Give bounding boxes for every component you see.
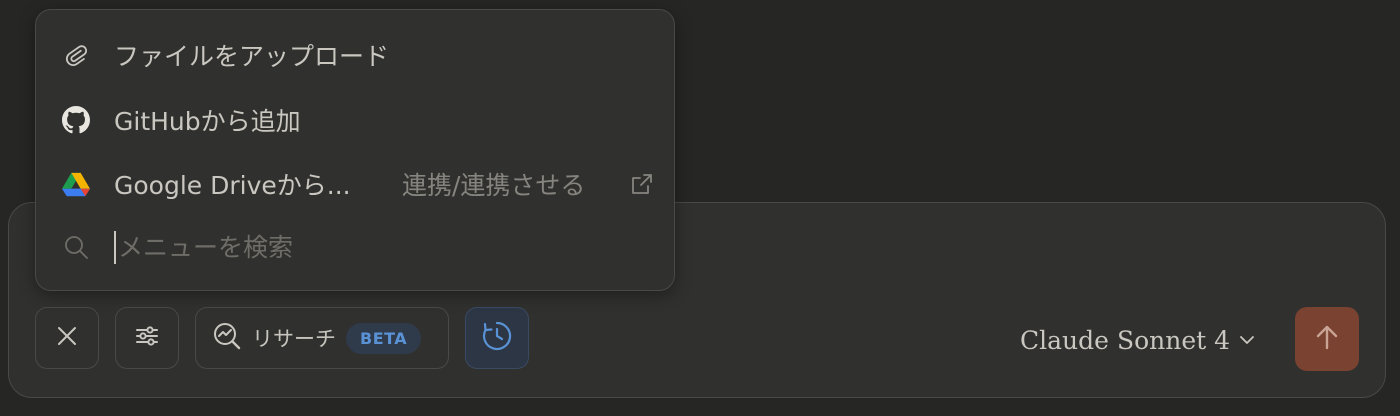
chevron-down-icon <box>1238 331 1256 349</box>
attach-menu: ファイルをアップロード GitHubから追加 Google Driveから...… <box>35 9 675 291</box>
close-button[interactable] <box>35 307 99 369</box>
clock-icon <box>481 320 513 356</box>
research-icon <box>212 321 242 355</box>
github-label: GitHubから追加 <box>114 107 301 136</box>
search-icon <box>62 233 90 261</box>
menu-item-google-drive[interactable]: Google Driveから... 連携/連携させる <box>50 155 662 213</box>
menu-item-github[interactable]: GitHubから追加 <box>50 91 662 149</box>
menu-search <box>50 218 662 276</box>
google-drive-icon <box>62 170 90 198</box>
sliders-icon <box>134 323 160 353</box>
model-brand: Claude <box>1020 325 1109 355</box>
research-label: リサーチ <box>252 327 336 351</box>
close-icon <box>56 325 78 351</box>
model-selector[interactable]: Claude Sonnet 4 <box>1020 320 1256 360</box>
beta-badge: BETA <box>346 322 422 354</box>
google-drive-connect[interactable]: 連携/連携させる <box>402 166 585 202</box>
arrow-up-icon <box>1313 323 1341 355</box>
paperclip-icon <box>62 41 90 69</box>
research-button[interactable]: リサーチ BETA <box>195 307 449 369</box>
menu-search-input[interactable] <box>114 230 618 264</box>
menu-item-upload[interactable]: ファイルをアップロード <box>50 26 662 84</box>
google-drive-label: Google Driveから... <box>114 171 351 200</box>
model-name: Sonnet 4 <box>1116 325 1231 355</box>
upload-label: ファイルをアップロード <box>114 42 390 71</box>
settings-button[interactable] <box>115 307 179 369</box>
external-link-icon[interactable] <box>630 172 654 200</box>
history-button[interactable] <box>465 307 529 369</box>
github-icon <box>62 106 90 134</box>
send-button[interactable] <box>1295 307 1359 371</box>
